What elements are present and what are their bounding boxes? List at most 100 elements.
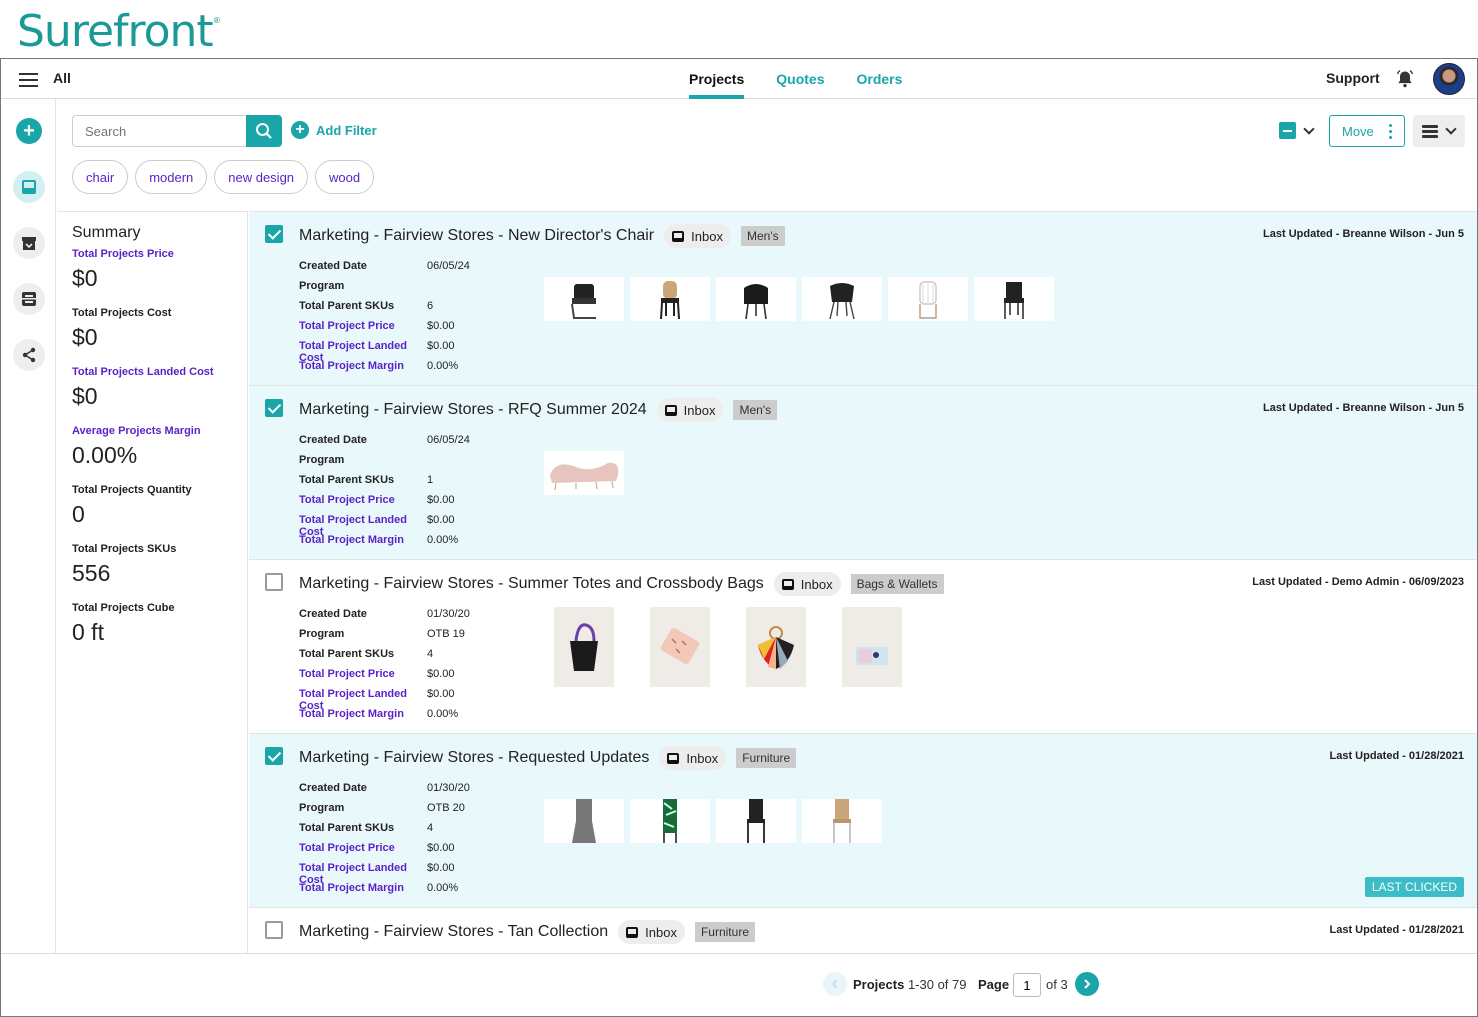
hamburger-icon[interactable] xyxy=(19,73,38,87)
folder-label: Inbox xyxy=(691,228,723,244)
summary-metric-label[interactable]: Average Projects Margin xyxy=(72,425,247,437)
filter-tag[interactable]: chair xyxy=(72,160,129,194)
folder-label: Inbox xyxy=(645,924,677,940)
logo-text: Surefront xyxy=(17,6,214,57)
field-label[interactable]: Total Project Margin xyxy=(299,534,427,554)
project-title[interactable]: Marketing - Fairview Stores - RFQ Summer… xyxy=(299,401,647,419)
project-title[interactable]: Marketing - Fairview Stores - New Direct… xyxy=(299,227,654,245)
summary-metric-value: 0 ft xyxy=(72,619,104,645)
field-label[interactable]: Total Project Landed Cost xyxy=(299,514,427,538)
tray-rail-button[interactable] xyxy=(13,283,45,315)
project-checkbox[interactable] xyxy=(265,225,283,243)
field-value: 0.00% xyxy=(427,360,459,372)
field-value: 0.00% xyxy=(427,708,459,720)
tab-quotes[interactable]: Quotes xyxy=(776,59,824,99)
view-toggle-button[interactable] xyxy=(1413,115,1465,147)
field-label[interactable]: Total Project Margin xyxy=(299,360,427,380)
summary-metric-label[interactable]: Total Projects Landed Cost xyxy=(72,366,247,378)
next-page-button[interactable] xyxy=(1075,972,1099,996)
product-thumbnail[interactable] xyxy=(974,277,1054,321)
folder-badge[interactable]: Inbox xyxy=(773,572,841,596)
archive-rail-button[interactable] xyxy=(13,227,45,259)
bell-icon[interactable] xyxy=(1395,69,1415,89)
project-row[interactable]: Marketing - Fairview Stores - Tan Collec… xyxy=(249,907,1477,953)
field-label: Program xyxy=(299,280,345,292)
field-value: 06/05/24 xyxy=(427,260,470,272)
project-checkbox[interactable] xyxy=(265,399,283,417)
product-thumbnail[interactable] xyxy=(630,277,710,321)
filter-tag[interactable]: new design xyxy=(214,160,309,194)
product-thumbnail[interactable] xyxy=(746,607,806,687)
bulk-select-dropdown[interactable] xyxy=(1279,122,1315,139)
product-thumbnail[interactable] xyxy=(716,799,796,843)
product-thumbnail[interactable] xyxy=(802,277,882,321)
product-thumbnail[interactable] xyxy=(630,799,710,843)
scope-all-label[interactable]: All xyxy=(53,70,71,86)
tab-orders[interactable]: Orders xyxy=(856,59,902,99)
folder-badge[interactable]: Inbox xyxy=(664,224,731,248)
user-avatar[interactable] xyxy=(1433,63,1465,95)
field-label[interactable]: Total Project Price xyxy=(299,668,427,688)
project-row[interactable]: Marketing - Fairview Stores - RFQ Summer… xyxy=(249,385,1477,559)
product-thumbnail[interactable] xyxy=(802,799,882,843)
category-badge: Furniture xyxy=(736,748,797,768)
category-badge: Bags & Wallets xyxy=(850,574,944,594)
folder-badge[interactable]: Inbox xyxy=(656,398,724,422)
product-thumbnail[interactable] xyxy=(716,277,796,321)
project-list: Marketing - Fairview Stores - New Direct… xyxy=(249,211,1477,953)
summary-metric-label[interactable]: Total Projects Price xyxy=(72,248,247,260)
field-label[interactable]: Total Project Landed Cost xyxy=(299,340,427,364)
field-value: $0.00 xyxy=(427,514,455,526)
tab-projects[interactable]: Projects xyxy=(689,59,745,99)
field-value: 4 xyxy=(427,822,434,834)
product-thumbnail[interactable] xyxy=(544,277,624,321)
field-label[interactable]: Total Project Landed Cost xyxy=(299,688,427,712)
filter-tag[interactable]: modern xyxy=(135,160,208,194)
surefront-logo[interactable]: Surefront® xyxy=(17,6,221,57)
filter-tag[interactable]: wood xyxy=(315,160,375,194)
field-label: Program xyxy=(299,454,345,466)
field-value: $0.00 xyxy=(427,494,455,506)
project-row[interactable]: Marketing - Fairview Stores - Requested … xyxy=(249,733,1477,907)
share-rail-button[interactable] xyxy=(13,339,45,371)
project-checkbox[interactable] xyxy=(265,573,283,591)
search-button[interactable] xyxy=(246,115,282,147)
project-checkbox[interactable] xyxy=(265,747,283,765)
field-label[interactable]: Total Project Landed Cost xyxy=(299,862,427,886)
move-button[interactable]: Move xyxy=(1329,115,1405,147)
product-thumbnail[interactable] xyxy=(888,277,968,321)
search-input[interactable] xyxy=(72,115,246,147)
project-row[interactable]: Marketing - Fairview Stores - Summer Tot… xyxy=(249,559,1477,733)
product-thumbnail[interactable] xyxy=(544,799,624,843)
project-row[interactable]: Marketing - Fairview Stores - New Direct… xyxy=(249,211,1477,385)
inbox-rail-button[interactable] xyxy=(13,171,45,203)
field-label[interactable]: Total Project Margin xyxy=(299,708,427,728)
archive-icon xyxy=(22,237,36,250)
product-thumbnail[interactable] xyxy=(544,451,624,495)
folder-badge[interactable]: Inbox xyxy=(659,746,727,770)
prev-page-button[interactable] xyxy=(823,972,847,996)
summary-metric-value: $0 xyxy=(72,265,98,291)
project-fields: Created Date 01/30/20 Program OTB 19 Total… xyxy=(299,608,470,728)
field-label[interactable]: Total Project Price xyxy=(299,842,427,862)
product-thumbnail[interactable] xyxy=(554,607,614,687)
add-filter-button[interactable]: + Add Filter xyxy=(291,121,377,139)
create-project-button[interactable]: + xyxy=(16,118,42,144)
inbox-icon xyxy=(667,752,680,764)
folder-badge[interactable]: Inbox xyxy=(618,920,685,944)
project-title[interactable]: Marketing - Fairview Stores - Tan Collec… xyxy=(299,923,608,941)
project-title[interactable]: Marketing - Fairview Stores - Summer Tot… xyxy=(299,575,764,593)
field-label: Program xyxy=(299,802,345,814)
support-link[interactable]: Support xyxy=(1326,70,1380,86)
project-title[interactable]: Marketing - Fairview Stores - Requested … xyxy=(299,749,649,767)
last-updated: Last Updated - Breanne Wilson - Jun 5 xyxy=(1263,228,1464,240)
field-label[interactable]: Total Project Price xyxy=(299,320,427,340)
partial-select-checkbox[interactable] xyxy=(1279,122,1296,139)
field-label[interactable]: Total Project Margin xyxy=(299,882,427,902)
summary-metric-value: 556 xyxy=(72,560,111,586)
product-thumbnail[interactable] xyxy=(842,607,902,687)
project-checkbox[interactable] xyxy=(265,921,283,939)
page-number-input[interactable] xyxy=(1013,973,1041,997)
field-label[interactable]: Total Project Price xyxy=(299,494,427,514)
product-thumbnail[interactable] xyxy=(650,607,710,687)
